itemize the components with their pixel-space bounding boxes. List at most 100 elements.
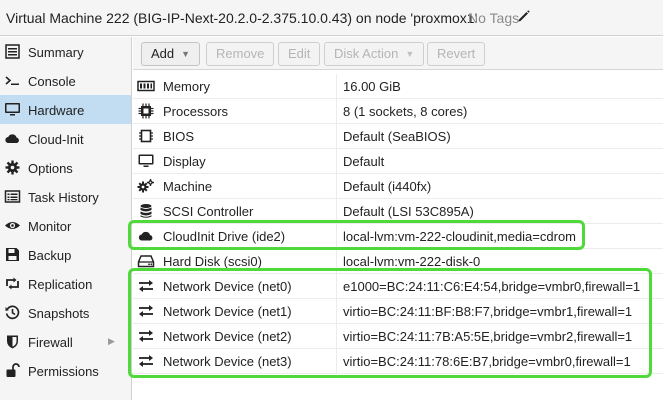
vm-title: Virtual Machine 222 (BIG-IP-Next-20.2.0-… xyxy=(6,10,478,26)
column-divider xyxy=(336,324,337,348)
exchange-icon xyxy=(137,303,155,319)
sidebar-item-replication[interactable]: Replication xyxy=(0,269,131,298)
sidebar-item-label: Summary xyxy=(28,45,84,60)
table-row[interactable]: Machine Default (i440fx) xyxy=(133,174,663,199)
sidebar-item-hardware[interactable]: Hardware xyxy=(0,95,131,124)
hardware-name: Network Device (net1) xyxy=(163,304,292,319)
sidebar-item-label: Monitor xyxy=(28,219,72,234)
table-row[interactable]: SCSI Controller Default (LSI 53C895A) xyxy=(133,199,663,224)
table-row[interactable]: Processors 8 (1 sockets, 8 cores) xyxy=(133,99,663,124)
hardware-value: Default xyxy=(343,154,385,169)
column-divider xyxy=(336,174,337,198)
retweet-icon xyxy=(4,275,21,292)
revert-button[interactable]: Revert xyxy=(427,42,486,66)
database-icon xyxy=(137,203,155,219)
cpu-icon xyxy=(137,103,155,119)
hardware-name: Network Device (net3) xyxy=(163,354,292,369)
chevron-right-icon[interactable]: ▶ xyxy=(108,336,115,347)
disk-action-button[interactable]: Disk Action ▼ xyxy=(324,42,425,66)
memory-icon xyxy=(137,78,155,94)
add-button-label: Add xyxy=(151,46,175,61)
table-row[interactable]: BIOS Default (SeaBIOS) xyxy=(133,124,663,149)
summary-icon xyxy=(4,43,21,60)
column-divider xyxy=(336,299,337,323)
table-row[interactable]: Network Device (net3) virtio=BC:24:11:78… xyxy=(133,349,663,374)
cloud-icon xyxy=(137,228,155,244)
sidebar-item-label: Replication xyxy=(28,277,93,292)
sidebar-item-snapshots[interactable]: Snapshots xyxy=(0,298,131,327)
hardware-value: virtio=BC:24:11:78:6E:B7,bridge=vmbr0,fi… xyxy=(343,354,631,369)
sidebar-item-label: Task History xyxy=(28,190,99,205)
list-icon xyxy=(4,188,21,205)
display-icon xyxy=(137,153,155,169)
sidebar-item-console[interactable]: Console xyxy=(0,66,131,95)
unlock-icon xyxy=(4,362,21,379)
hardware-name: CloudInit Drive (ide2) xyxy=(163,229,286,244)
hardware-value: local-lvm:vm-222-cloudinit,media=cdrom xyxy=(343,229,576,244)
hdd-icon xyxy=(137,253,155,269)
sidebar-item-label: Console xyxy=(28,74,76,89)
table-row[interactable]: Hard Disk (scsi0) local-lvm:vm-222-disk-… xyxy=(133,249,663,274)
hardware-value: virtio=BC:24:11:7B:A5:5E,bridge=vmbr2,fi… xyxy=(343,329,633,344)
table-row[interactable]: Memory 16.00 GiB xyxy=(133,74,663,99)
column-divider xyxy=(336,124,337,148)
hardware-value: 16.00 GiB xyxy=(343,79,401,94)
sidebar-item-label: Backup xyxy=(28,248,72,263)
column-divider xyxy=(336,224,337,248)
hardware-value: Default (i440fx) xyxy=(343,179,432,194)
monitor-icon xyxy=(4,101,21,118)
sidebar-item-permissions[interactable]: Permissions xyxy=(0,356,131,385)
sidebar-item-label: Cloud-Init xyxy=(28,132,84,147)
column-divider xyxy=(336,349,337,373)
hardware-name: BIOS xyxy=(163,129,195,144)
sidebar-item-label: Options xyxy=(28,161,73,176)
sidebar-item-firewall[interactable]: Firewall ▶ xyxy=(0,327,131,356)
pencil-icon[interactable] xyxy=(517,9,531,23)
hardware-value: Default (SeaBIOS) xyxy=(343,129,451,144)
sidebar-item-monitor[interactable]: Monitor xyxy=(0,211,131,240)
sidebar-item-cloud-init[interactable]: Cloud-Init xyxy=(0,124,131,153)
console-icon xyxy=(4,72,21,89)
hardware-name: Network Device (net2) xyxy=(163,329,292,344)
chevron-down-icon: ▼ xyxy=(405,49,415,59)
column-divider xyxy=(336,149,337,173)
shield-icon xyxy=(4,333,21,350)
hardware-value: Default (LSI 53C895A) xyxy=(343,204,474,219)
sidebar-item-backup[interactable]: Backup xyxy=(0,240,131,269)
hardware-value: local-lvm:vm-222-disk-0 xyxy=(343,254,481,269)
table-row[interactable]: Network Device (net1) virtio=BC:24:11:BF… xyxy=(133,299,663,324)
table-row[interactable]: Network Device (net2) virtio=BC:24:11:7B… xyxy=(133,324,663,349)
sidebar: Summary Console Hardware Cloud-Init Opti… xyxy=(0,37,132,400)
hardware-name: Machine xyxy=(163,179,213,194)
exchange-icon xyxy=(137,278,155,294)
hardware-name: SCSI Controller xyxy=(163,204,254,219)
table-row[interactable]: Display Default xyxy=(133,149,663,174)
exchange-icon xyxy=(137,328,155,344)
gear-icon xyxy=(4,159,21,176)
sidebar-item-task-history[interactable]: Task History xyxy=(0,182,131,211)
title-bar: Virtual Machine 222 (BIG-IP-Next-20.2.0-… xyxy=(0,0,663,36)
table-row[interactable]: CloudInit Drive (ide2) local-lvm:vm-222-… xyxy=(133,224,663,249)
disk-action-button-label: Disk Action xyxy=(334,46,399,61)
edit-button[interactable]: Edit xyxy=(278,42,321,66)
history-icon xyxy=(4,304,21,321)
hardware-name: Network Device (net0) xyxy=(163,279,292,294)
add-button[interactable]: Add ▼ xyxy=(141,42,201,66)
remove-button[interactable]: Remove xyxy=(206,42,275,66)
sidebar-item-label: Permissions xyxy=(28,364,99,379)
hardware-name: Display xyxy=(163,154,206,169)
toolbar: Add ▼ Remove Edit Disk Action ▼ Revert xyxy=(133,37,663,70)
sidebar-item-options[interactable]: Options xyxy=(0,153,131,182)
sidebar-item-summary[interactable]: Summary xyxy=(0,37,131,66)
cogs-icon xyxy=(137,178,155,194)
column-divider xyxy=(336,274,337,298)
sidebar-item-label: Snapshots xyxy=(28,306,90,321)
tags-label: No Tags xyxy=(468,10,520,26)
revert-button-label: Revert xyxy=(437,46,476,61)
hardware-value: 8 (1 sockets, 8 cores) xyxy=(343,104,468,119)
chevron-down-icon: ▼ xyxy=(181,49,191,59)
hardware-name: Memory xyxy=(163,79,210,94)
exchange-icon xyxy=(137,353,155,369)
hardware-name: Hard Disk (scsi0) xyxy=(163,254,262,269)
table-row[interactable]: Network Device (net0) e1000=BC:24:11:C6:… xyxy=(133,274,663,299)
